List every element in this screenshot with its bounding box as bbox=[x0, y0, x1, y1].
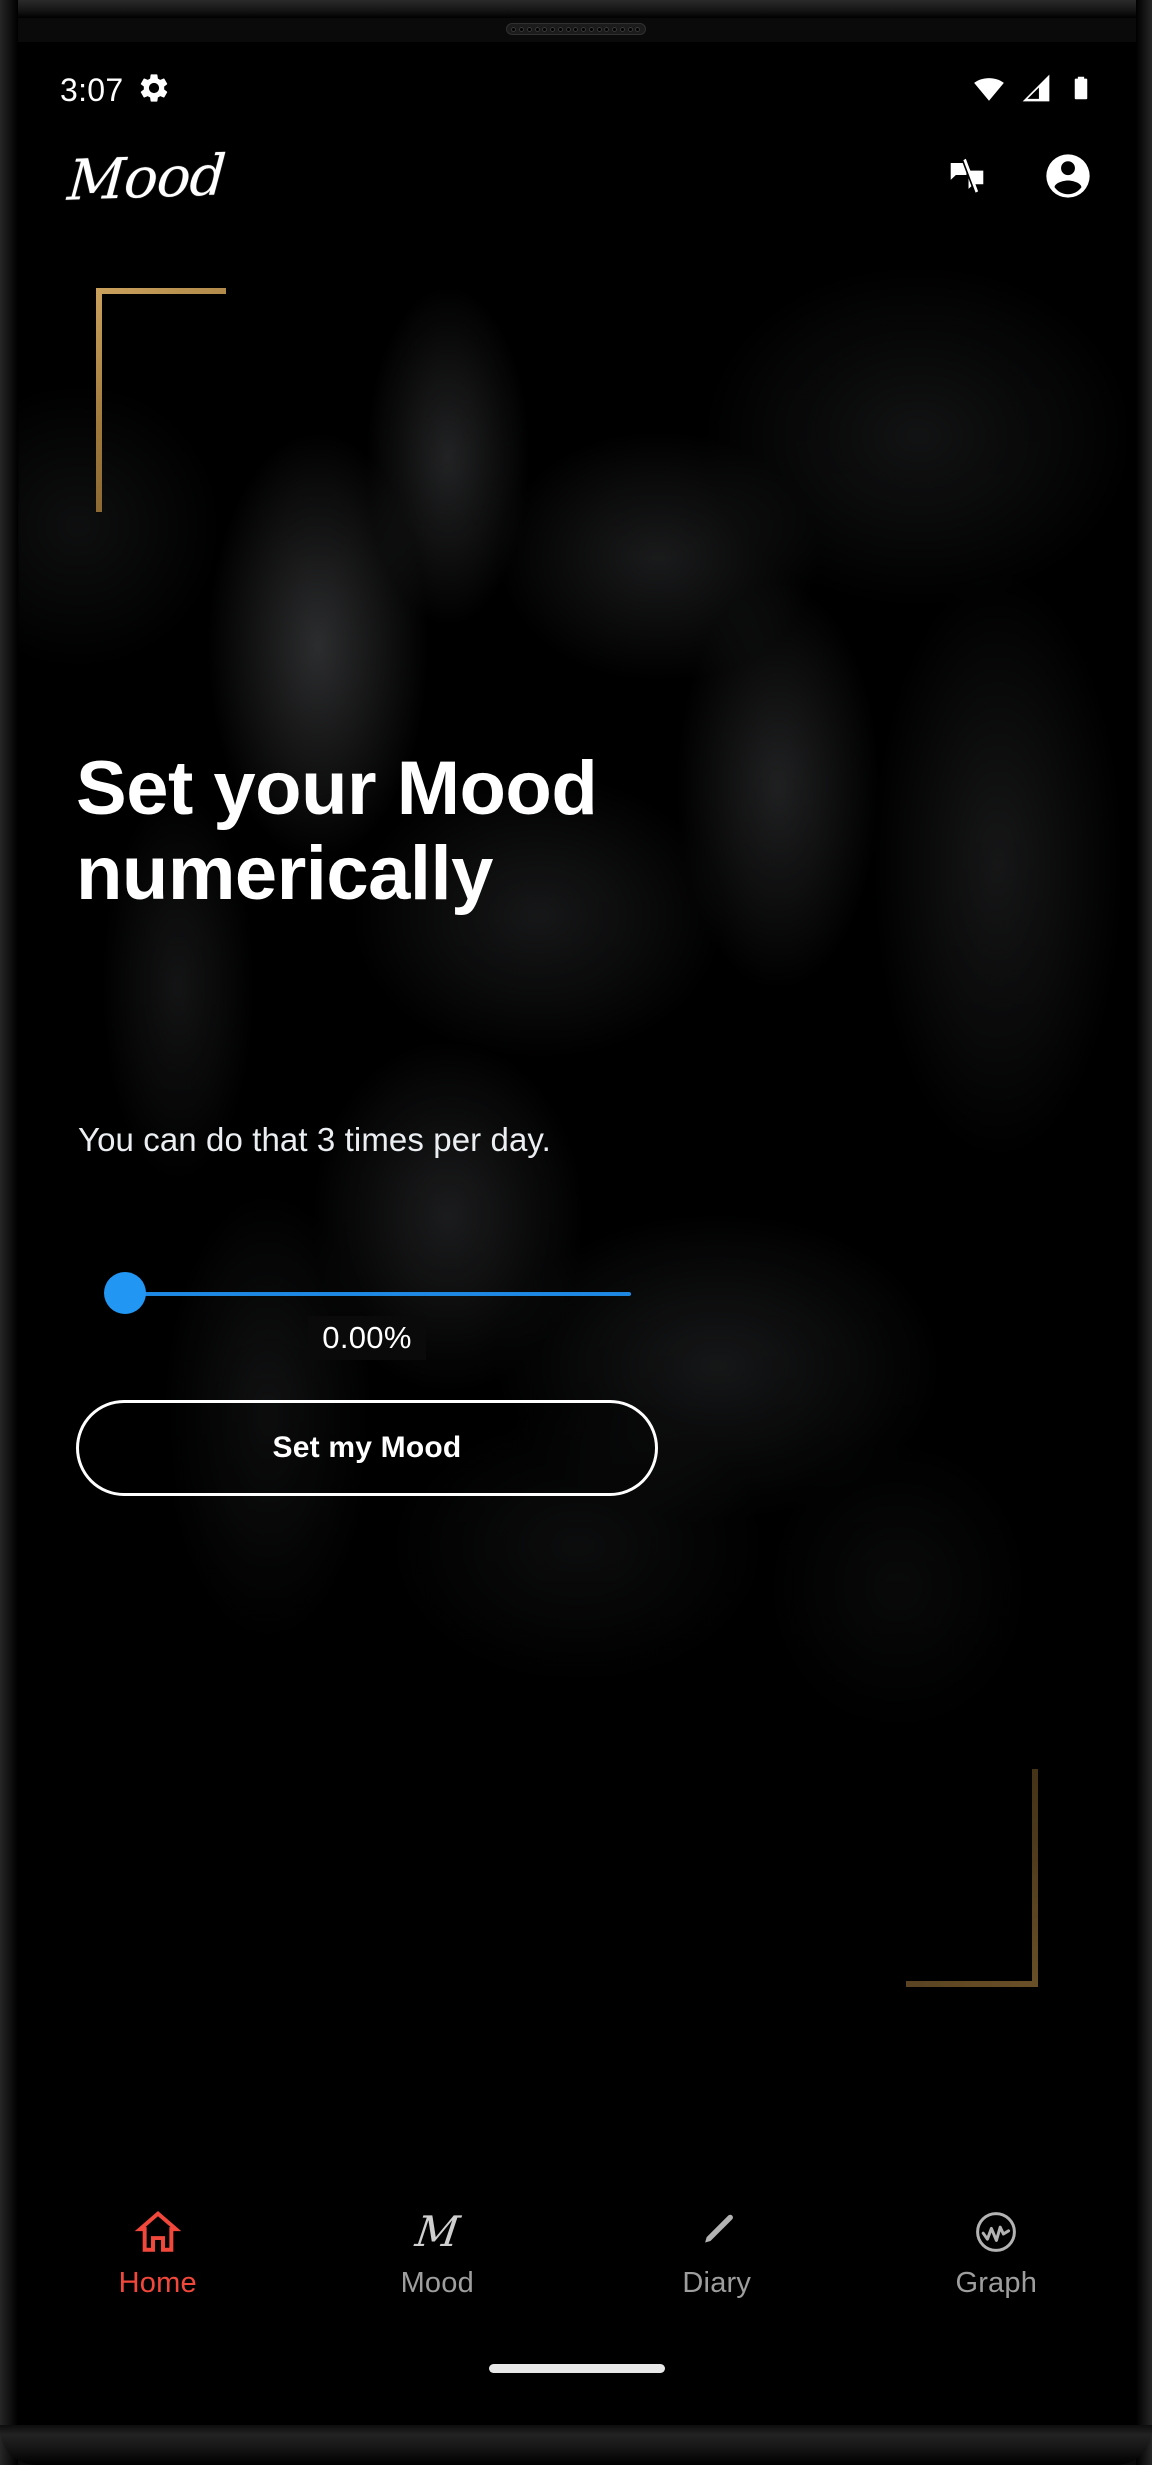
mood-icon-glyph: M bbox=[412, 2207, 463, 2256]
earpiece-speaker-grille bbox=[506, 23, 646, 35]
nav-item-graph[interactable]: Graph bbox=[886, 2207, 1106, 2300]
nav-label-home: Home bbox=[118, 2267, 197, 2299]
nav-item-home[interactable]: Home bbox=[48, 2207, 268, 2300]
wifi-icon bbox=[972, 71, 1006, 110]
page-subtitle: You can do that 3 times per day. bbox=[78, 1121, 551, 1158]
account-circle-icon[interactable] bbox=[1042, 150, 1094, 207]
phone-screen: 3:07 Mood Set your Mood numerically You … bbox=[18, 42, 1136, 2425]
status-bar-left: 3:07 bbox=[60, 71, 171, 110]
mood-value-label: 0.00% bbox=[322, 1320, 412, 1355]
graph-circle-icon bbox=[972, 2207, 1020, 2257]
speaker-notes-off-icon[interactable] bbox=[944, 153, 990, 204]
app-bar-actions bbox=[944, 150, 1094, 207]
nav-item-diary[interactable]: Diary bbox=[607, 2207, 827, 2300]
status-bar: 3:07 bbox=[18, 58, 1136, 122]
app-bar: Mood bbox=[18, 130, 1136, 226]
status-bar-right bbox=[972, 71, 1096, 110]
device-right-bezel bbox=[1136, 0, 1152, 2465]
gesture-home-indicator[interactable] bbox=[489, 2364, 665, 2373]
page-title: Set your Mood numerically bbox=[76, 746, 598, 917]
nav-item-mood[interactable]: M Mood bbox=[327, 2207, 547, 2300]
nav-label-diary: Diary bbox=[682, 2267, 752, 2299]
nav-label-graph: Graph bbox=[955, 2267, 1038, 2299]
status-bar-clock: 3:07 bbox=[60, 72, 124, 108]
hero-content: Set your Mood numerically You can do tha… bbox=[18, 226, 1136, 2425]
cellular-signal-icon bbox=[1020, 72, 1052, 109]
slider-track-remainder bbox=[126, 1293, 631, 1295]
nav-label-mood: Mood bbox=[400, 2267, 474, 2299]
gear-icon bbox=[137, 71, 171, 110]
hero-section: Set your Mood numerically You can do tha… bbox=[18, 226, 1136, 2425]
slider-thumb[interactable] bbox=[104, 1272, 146, 1314]
bottom-navigation-bar: Home M Mood Diary Graph bbox=[18, 2199, 1136, 2329]
app-logo-mood: Mood bbox=[65, 142, 228, 214]
home-icon bbox=[133, 2207, 183, 2257]
battery-icon bbox=[1066, 73, 1096, 108]
device-left-bezel bbox=[0, 0, 18, 2465]
mood-script-m-icon: M bbox=[412, 2207, 463, 2257]
phone-device: 3:07 Mood Set your Mood numerically You … bbox=[0, 0, 1152, 2465]
device-bottom-bezel bbox=[0, 2425, 1152, 2465]
mood-value-chip: 0.00% bbox=[308, 1316, 426, 1360]
mood-slider[interactable] bbox=[104, 1264, 1034, 1324]
pencil-icon bbox=[694, 2207, 740, 2257]
device-top-bezel bbox=[0, 0, 1152, 18]
set-my-mood-button[interactable]: Set my Mood bbox=[76, 1400, 658, 1496]
